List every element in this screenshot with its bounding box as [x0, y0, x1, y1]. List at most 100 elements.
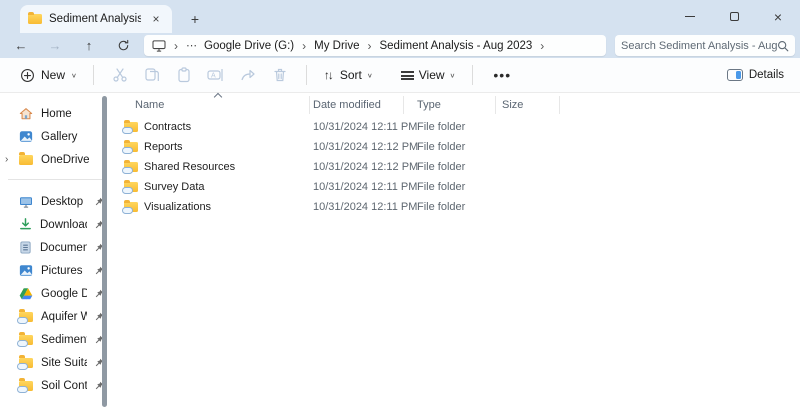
- maximize-button[interactable]: [712, 2, 756, 32]
- file-row-visualizations[interactable]: Visualizations 10/31/2024 12:11 PM File …: [110, 197, 800, 217]
- details-label: Details: [749, 69, 784, 81]
- sidebar-item-aquifer[interactable]: Aquifer Wate: [0, 305, 110, 328]
- breadcrumb-item-current[interactable]: Sediment Analysis - Aug 2023: [379, 40, 532, 52]
- sort-button[interactable]: ↑↓ Sort ∨: [317, 64, 380, 86]
- sort-ascending-icon: [214, 93, 222, 101]
- file-type: File folder: [417, 141, 465, 153]
- new-tab-button[interactable]: +: [186, 10, 204, 28]
- forward-button[interactable]: →: [42, 36, 68, 56]
- share-icon: [240, 67, 256, 83]
- home-icon: [19, 107, 33, 120]
- google-drive-icon: [19, 287, 33, 300]
- paste-icon: [176, 67, 192, 83]
- column-header-name[interactable]: Name: [135, 93, 164, 117]
- window-controls: ×: [668, 0, 800, 33]
- search-box[interactable]: [615, 35, 795, 56]
- column-divider[interactable]: [495, 96, 496, 114]
- new-button[interactable]: New ∨: [14, 64, 83, 87]
- synced-folder-icon: [124, 122, 138, 132]
- file-row-survey-data[interactable]: Survey Data 10/31/2024 12:11 PM File fol…: [110, 177, 800, 197]
- details-toggle-button[interactable]: Details: [727, 69, 784, 81]
- sort-button-label: Sort: [340, 68, 362, 82]
- refresh-button[interactable]: [110, 36, 136, 56]
- file-row-reports[interactable]: Reports 10/31/2024 12:12 PM File folder: [110, 137, 800, 157]
- sort-icon: ↑↓: [324, 68, 335, 82]
- sidebar-item-label: Documents: [40, 242, 87, 254]
- explorer-tab[interactable]: Sediment Analysis - Aug 2023 ×: [20, 5, 172, 33]
- file-name: Survey Data: [144, 181, 205, 193]
- up-button[interactable]: ↑: [76, 36, 102, 56]
- file-row-contracts[interactable]: Contracts 10/31/2024 12:11 PM File folde…: [110, 117, 800, 137]
- delete-button[interactable]: [264, 62, 296, 88]
- tab-close-button[interactable]: ×: [148, 11, 164, 27]
- synced-folder-icon: [124, 162, 138, 172]
- breadcrumb-item-my-drive[interactable]: My Drive: [314, 40, 359, 52]
- sidebar-item-gallery[interactable]: Gallery: [0, 125, 110, 148]
- sidebar-separator: [8, 179, 102, 180]
- share-button[interactable]: [232, 62, 264, 88]
- sidebar-item-onedrive[interactable]: › OneDrive: [0, 148, 110, 171]
- plus-circle-icon: [20, 68, 35, 83]
- maximize-icon: [730, 12, 739, 21]
- chevron-down-icon: ∨: [450, 71, 456, 78]
- back-button[interactable]: ←: [8, 36, 34, 56]
- sidebar-item-google-drive[interactable]: Google Drive: [0, 282, 110, 305]
- sidebar-item-soil-contamination[interactable]: Soil Contami: [0, 374, 110, 397]
- breadcrumb-item-drive[interactable]: Google Drive (G:): [204, 40, 294, 52]
- this-pc-icon: [152, 40, 166, 52]
- synced-folder-icon: [124, 182, 138, 192]
- downloads-icon: [19, 218, 32, 231]
- expand-chevron-icon[interactable]: ›: [5, 154, 8, 165]
- cut-button[interactable]: [104, 62, 136, 88]
- synced-folder-icon: [19, 381, 33, 391]
- search-input[interactable]: [621, 40, 777, 52]
- view-button[interactable]: View ∨: [394, 64, 463, 86]
- sidebar-item-label: Site Suitabilit: [41, 357, 87, 369]
- sidebar-item-label: Sediment An: [41, 334, 87, 346]
- file-name: Reports: [144, 141, 183, 153]
- column-divider[interactable]: [559, 96, 560, 114]
- see-more-button[interactable]: •••: [483, 67, 521, 83]
- address-bar[interactable]: › ⋯ Google Drive (G:) › My Drive › Sedim…: [144, 35, 606, 56]
- file-date-modified: 10/31/2024 12:11 PM: [313, 201, 417, 213]
- chevron-down-icon: ∨: [367, 71, 373, 78]
- toolbar-divider: [93, 65, 94, 85]
- folder-icon: [19, 155, 33, 165]
- sidebar-item-documents[interactable]: Documents: [0, 236, 110, 259]
- minimize-button[interactable]: [668, 2, 712, 32]
- paste-button[interactable]: [168, 62, 200, 88]
- copy-button[interactable]: [136, 62, 168, 88]
- sidebar-item-downloads[interactable]: Downloads: [0, 213, 110, 236]
- sidebar-item-desktop[interactable]: Desktop: [0, 190, 110, 213]
- sidebar-item-home[interactable]: Home: [0, 102, 110, 125]
- sidebar-item-label: Home: [41, 108, 104, 120]
- rename-icon: A: [207, 67, 224, 83]
- column-headers: Name Date modified Type Size: [110, 93, 800, 117]
- sidebar-item-pictures[interactable]: Pictures: [0, 259, 110, 282]
- rename-button[interactable]: A: [200, 62, 232, 88]
- sidebar-item-label: Pictures: [41, 265, 87, 277]
- column-header-type[interactable]: Type: [417, 93, 441, 117]
- close-button[interactable]: ×: [756, 2, 800, 32]
- file-type: File folder: [417, 161, 465, 173]
- column-divider[interactable]: [309, 96, 310, 114]
- column-header-date-modified[interactable]: Date modified: [313, 93, 381, 117]
- new-button-label: New: [41, 68, 65, 82]
- breadcrumb-chevron-icon: ›: [538, 39, 546, 53]
- synced-folder-icon: [19, 335, 33, 345]
- sidebar-item-sediment[interactable]: Sediment An: [0, 328, 110, 351]
- command-toolbar: New ∨ A ↑↓ Sort ∨ View ∨ ••• Details: [0, 58, 800, 93]
- trash-icon: [272, 67, 288, 83]
- toolbar-divider: [472, 65, 473, 85]
- sidebar-item-site-suitability[interactable]: Site Suitabilit: [0, 351, 110, 374]
- column-divider[interactable]: [403, 96, 404, 114]
- sidebar-scrollbar[interactable]: [102, 96, 107, 407]
- breadcrumb-overflow-button[interactable]: ⋯: [186, 39, 198, 52]
- chevron-down-icon: ∨: [71, 71, 77, 78]
- navigation-sidebar: Home Gallery › OneDrive Desktop Download…: [0, 93, 110, 411]
- file-type: File folder: [417, 201, 465, 213]
- file-type: File folder: [417, 181, 465, 193]
- explorer-body: Home Gallery › OneDrive Desktop Download…: [0, 93, 800, 411]
- file-row-shared-resources[interactable]: Shared Resources 10/31/2024 12:12 PM Fil…: [110, 157, 800, 177]
- column-header-size[interactable]: Size: [502, 93, 523, 117]
